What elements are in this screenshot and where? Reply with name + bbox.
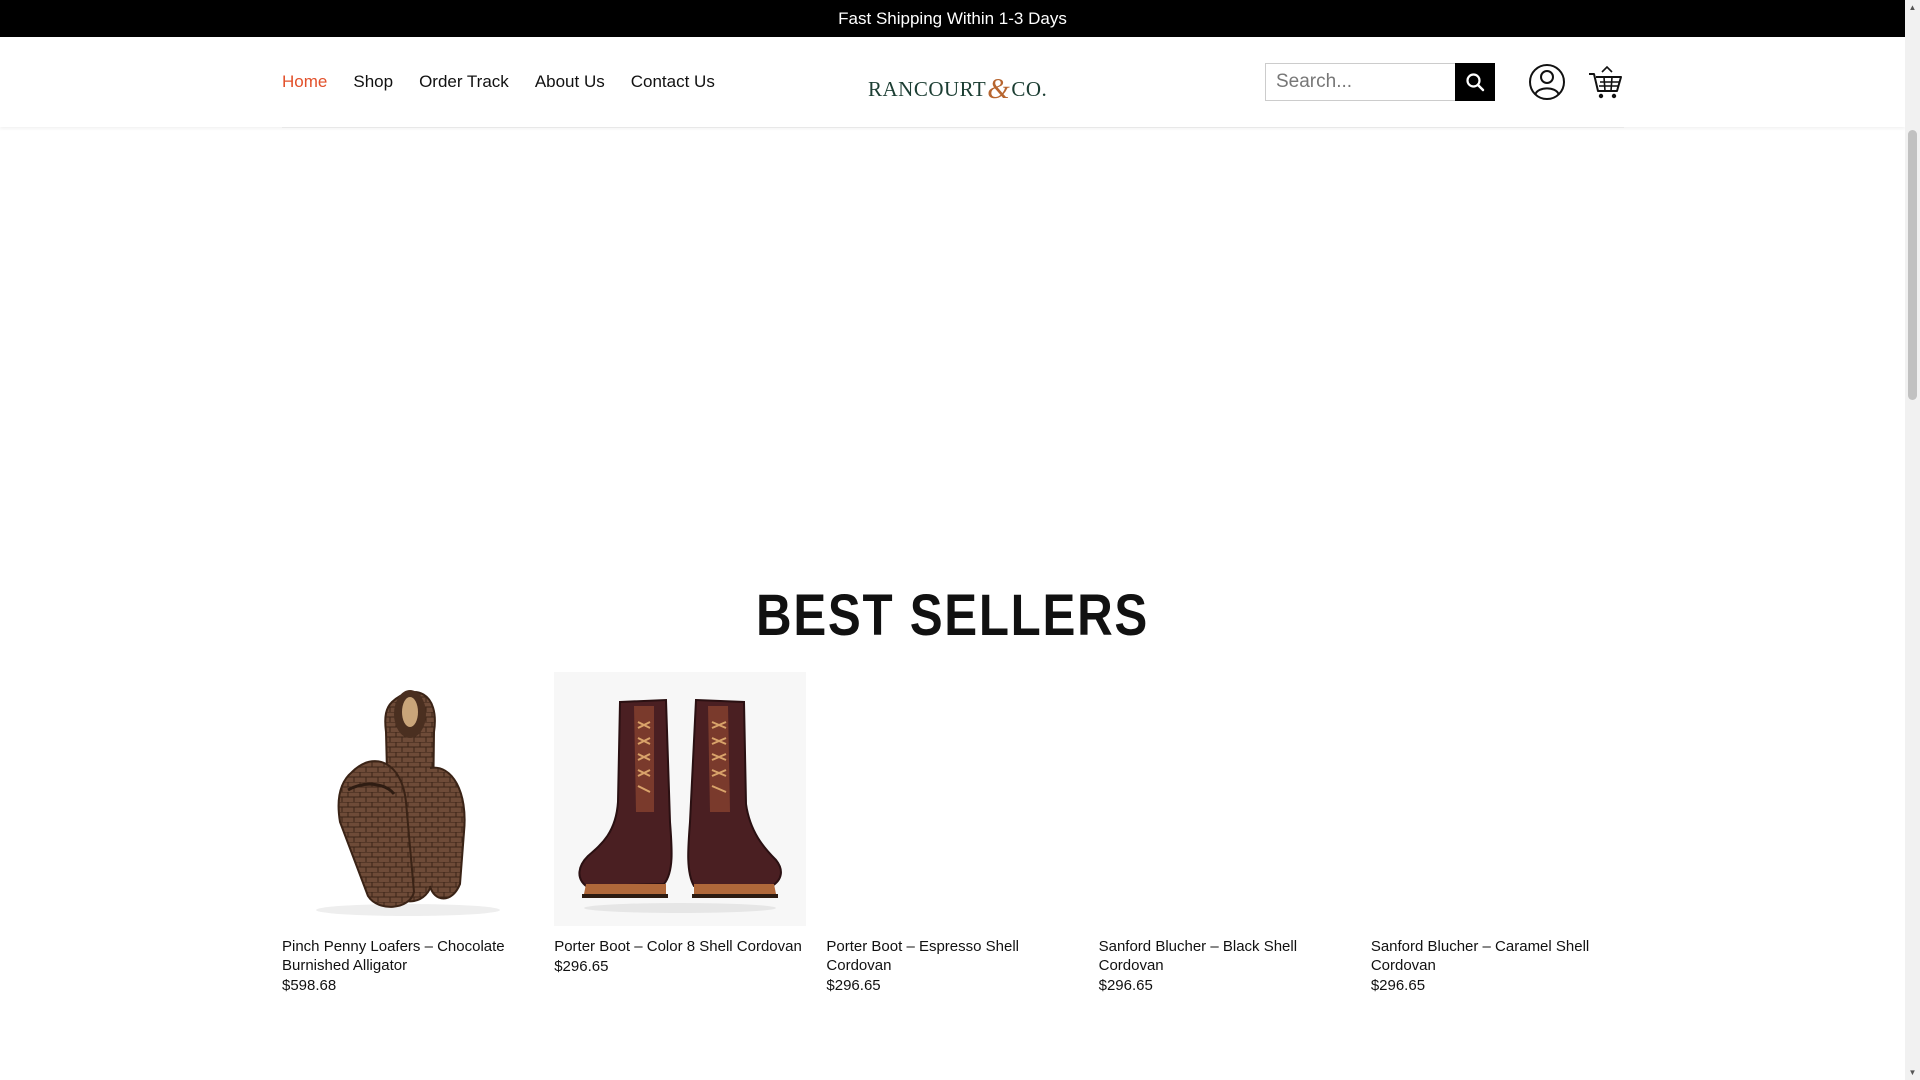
nav-about-us[interactable]: About Us <box>535 72 605 92</box>
product-image-placeholder[interactable] <box>826 672 1078 926</box>
product-price: $296.65 <box>826 977 881 994</box>
product-price: $296.65 <box>554 958 609 975</box>
announcement-bar: Fast Shipping Within 1-3 Days <box>0 0 1905 37</box>
product-image-placeholder[interactable] <box>1099 672 1351 926</box>
product-grid: Pinch Penny Loafers – Chocolate Burnishe… <box>282 672 1624 994</box>
product-image-placeholder[interactable] <box>1371 672 1623 926</box>
site-logo[interactable]: RANCOURT&CO. <box>868 71 1048 105</box>
scrollbar-thumb[interactable] <box>1908 130 1917 400</box>
product-price: $296.65 <box>1370 977 1426 994</box>
product-card[interactable]: Porter Boot – Color 8 Shell Cordovan $29… <box>554 672 807 994</box>
product-image-boot[interactable] <box>554 672 807 926</box>
page-scrollbar[interactable]: ▲ ▼ <box>1905 0 1920 1080</box>
product-name[interactable]: Sanford Blucher – Caramel Shell Cordovan <box>1371 937 1624 975</box>
product-card[interactable]: Sanford Blucher – Black Shell Cordovan $… <box>1099 672 1352 994</box>
section-title: BEST SELLERS <box>756 583 1149 648</box>
product-name[interactable]: Pinch Penny Loafers – Chocolate Burnishe… <box>282 937 535 975</box>
product-name[interactable]: Porter Boot – Color 8 Shell Cordovan <box>554 937 807 956</box>
account-button[interactable] <box>1528 63 1566 101</box>
product-card[interactable]: Sanford Blucher – Caramel Shell Cordovan… <box>1371 672 1624 994</box>
nav-home[interactable]: Home <box>282 72 327 92</box>
search-input[interactable] <box>1265 63 1455 101</box>
product-price: $598.68 <box>282 977 337 994</box>
site-header: Home Shop Order Track About Us Contact U… <box>0 37 1905 127</box>
product-name[interactable]: Sanford Blucher – Black Shell Cordovan <box>1099 937 1352 975</box>
scroll-down-icon[interactable]: ▼ <box>1905 1065 1920 1080</box>
nav-order-track[interactable]: Order Track <box>419 72 509 92</box>
user-icon <box>1529 64 1565 100</box>
header-divider <box>282 127 1624 128</box>
nav-shop[interactable]: Shop <box>353 72 393 92</box>
search-icon <box>1466 73 1485 92</box>
logo-text-co: CO. <box>1011 77 1048 101</box>
product-card[interactable]: Porter Boot – Espresso Shell Cordovan $2… <box>826 672 1079 994</box>
product-card[interactable]: Pinch Penny Loafers – Chocolate Burnishe… <box>282 672 535 994</box>
page: Fast Shipping Within 1-3 Days Home Shop … <box>0 0 1905 1080</box>
search-form <box>1265 63 1495 101</box>
logo-ampersand: & <box>987 73 1011 105</box>
scroll-up-icon[interactable]: ▲ <box>1905 0 1920 15</box>
main-nav: Home Shop Order Track About Us Contact U… <box>282 37 715 127</box>
nav-contact-us[interactable]: Contact Us <box>631 72 715 92</box>
product-image-loafer[interactable] <box>282 672 534 926</box>
search-button[interactable] <box>1455 63 1495 101</box>
product-name[interactable]: Porter Boot – Espresso Shell Cordovan <box>826 937 1079 975</box>
cart-icon <box>1589 65 1622 99</box>
announcement-text: Fast Shipping Within 1-3 Days <box>838 8 1067 28</box>
cart-button[interactable] <box>1588 65 1624 101</box>
logo-text: RANCOURT <box>868 77 987 101</box>
product-price: $296.65 <box>1098 977 1153 994</box>
